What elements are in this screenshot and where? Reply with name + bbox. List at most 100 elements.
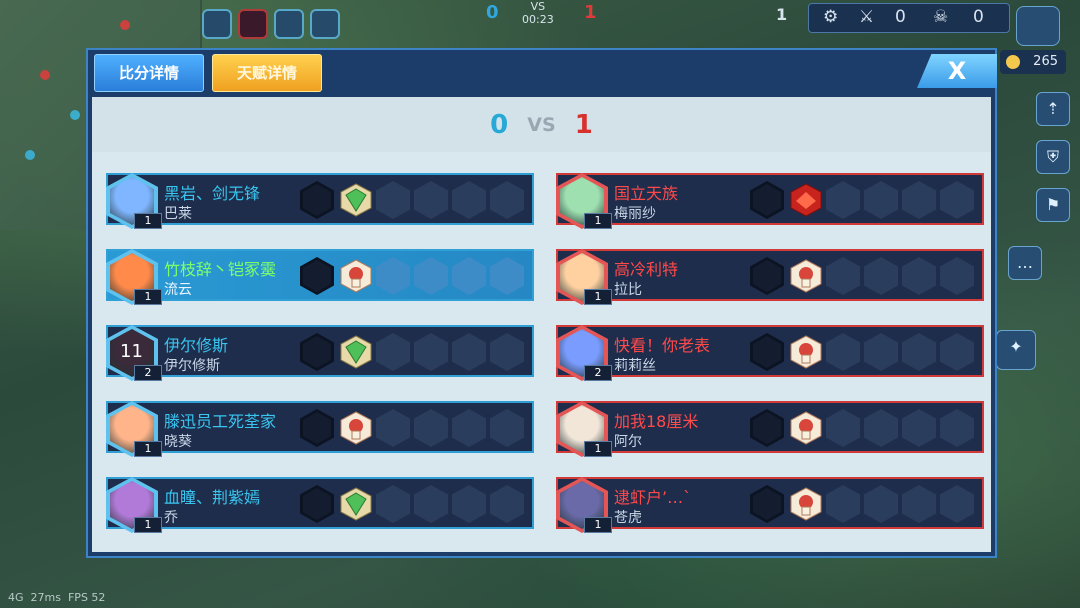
hero-name: 乔: [164, 510, 178, 526]
hud-vs-label: VS: [530, 0, 546, 13]
hero-name: 晓葵: [164, 434, 192, 450]
blue-player-row[interactable]: 1 竹枝辞丶铠冢霙 流云: [106, 249, 534, 305]
blue-player-row[interactable]: 1 血瞳、荆紫嫣乔: [106, 477, 534, 533]
scoreboard-panel: 0 VS 1 1 黑岩、剑无锋 巴莱 1 竹枝辞丶铠冢霙 流云 11 2 伊尔修斯 伊尔修斯 1 滕迅…: [92, 97, 991, 552]
red-player-row[interactable]: 2 快看！你老表 莉莉丝: [556, 325, 984, 381]
hero-level: 1: [584, 289, 612, 305]
main-talent-slot[interactable]: [750, 485, 784, 523]
talent-slot: [452, 257, 486, 295]
talent-slot: [490, 409, 524, 447]
minimap-enemy-marker: [40, 70, 50, 80]
main-talent-slot[interactable]: [300, 257, 334, 295]
upgrade-icon[interactable]: ⇡: [1036, 92, 1070, 126]
talent-icon[interactable]: [790, 183, 822, 217]
device-status: 4G 27ms FPS 52: [8, 591, 105, 604]
hud-kda-panel: ⚙ ⚔ 0 ☠ 0: [808, 3, 1010, 33]
talent-slot: [864, 333, 898, 371]
vs-label: VS: [527, 114, 556, 136]
hero-level: 1: [584, 441, 612, 457]
talent-icon[interactable]: [340, 487, 372, 521]
match-score: 0 VS 1: [92, 97, 991, 152]
talent-icon[interactable]: [340, 335, 372, 369]
talent-slot: [940, 485, 974, 523]
skull-icon: ☠: [933, 7, 949, 27]
talent-slot: [826, 257, 860, 295]
talent-slot: [452, 181, 486, 219]
red-player-row[interactable]: 1 逮虾户’…` 苍虎: [556, 477, 984, 533]
main-talent-slot[interactable]: [300, 409, 334, 447]
talent-slot: [376, 485, 410, 523]
hero-name: 伊尔修斯: [164, 358, 220, 374]
talent-slot: [864, 409, 898, 447]
talent-slot: [452, 485, 486, 523]
talent-slot: [376, 333, 410, 371]
player-name: 高冷利特: [614, 260, 679, 279]
talent-slot: [940, 409, 974, 447]
talent-slot: [826, 181, 860, 219]
talent-slot: [902, 409, 936, 447]
tab-score-details[interactable]: 比分详情: [94, 54, 204, 92]
coin-icon: [1006, 55, 1020, 69]
talent-icon[interactable]: [790, 487, 822, 521]
blue-player-row[interactable]: 11 2 伊尔修斯 伊尔修斯: [106, 325, 534, 381]
player-name: 逮虾户’…`: [614, 488, 692, 507]
chat-icon[interactable]: …: [1008, 246, 1042, 280]
item-shop-icon[interactable]: ✦: [996, 330, 1036, 370]
talent-icon[interactable]: [790, 335, 822, 369]
sword-icon: ⚔: [859, 7, 875, 27]
deaths-count: 0: [973, 7, 984, 27]
flag-icon[interactable]: ⚑: [1036, 188, 1070, 222]
minimap-ally-marker: [25, 150, 35, 160]
talent-slot: [902, 333, 936, 371]
hero-level: 2: [584, 365, 612, 381]
red-team-score: 1: [574, 110, 593, 140]
talent-icon[interactable]: [790, 411, 822, 445]
blue-player-row[interactable]: 1 滕迅员工死荃家 晓葵: [106, 401, 534, 457]
talent-slot: [414, 485, 448, 523]
signal-label: 4G: [8, 591, 24, 604]
gold-counter: 265: [1000, 50, 1066, 74]
talent-slot: [452, 409, 486, 447]
main-talent-slot[interactable]: [300, 485, 334, 523]
talent-slot: [826, 485, 860, 523]
blue-team-score: 0: [490, 110, 509, 140]
main-talent-slot[interactable]: [750, 333, 784, 371]
main-talent-slot[interactable]: [750, 257, 784, 295]
player-name: 血瞳、荆紫嫣: [164, 488, 261, 507]
talent-slot: [414, 257, 448, 295]
talent-icon[interactable]: [340, 259, 372, 293]
player-name: 伊尔修斯: [164, 336, 229, 355]
talent-slot: [940, 181, 974, 219]
settings-gear-icon[interactable]: ⚙: [823, 7, 838, 27]
talent-slot: [376, 409, 410, 447]
hero-name: 梅丽纱: [614, 206, 656, 222]
red-player-row[interactable]: 1 国立天族 梅丽纱: [556, 173, 984, 229]
talent-slot: [490, 257, 524, 295]
blue-player-row[interactable]: 1 黑岩、剑无锋 巴莱: [106, 173, 534, 229]
hud-left-counter: 1: [776, 5, 788, 24]
minimap-ally-marker: [70, 110, 80, 120]
talent-slot: [376, 257, 410, 295]
main-talent-slot[interactable]: [300, 333, 334, 371]
player-avatar[interactable]: [1016, 6, 1060, 46]
talent-icon[interactable]: [340, 183, 372, 217]
main-talent-slot[interactable]: [750, 181, 784, 219]
avatar-text: 11: [120, 341, 143, 362]
talent-icon[interactable]: [790, 259, 822, 293]
main-talent-slot[interactable]: [300, 181, 334, 219]
main-talent-slot[interactable]: [750, 409, 784, 447]
kills-count: 0: [895, 7, 906, 27]
red-player-row[interactable]: 1 高冷利特拉比: [556, 249, 984, 305]
red-player-row[interactable]: 1 加我18厘米 阿尔: [556, 401, 984, 457]
talent-slot: [452, 333, 486, 371]
talent-icon[interactable]: [340, 411, 372, 445]
tab-talent-details[interactable]: 天赋详情: [212, 54, 322, 92]
talent-slot: [490, 333, 524, 371]
close-icon: X: [947, 57, 967, 85]
shield-icon[interactable]: ⛨: [1036, 140, 1070, 174]
hero-name: 莉莉丝: [614, 358, 656, 374]
hero-name: 阿尔: [614, 434, 642, 450]
hero-name: 拉比: [614, 282, 642, 298]
close-button[interactable]: X: [917, 54, 997, 88]
hero-level: 1: [584, 517, 612, 533]
